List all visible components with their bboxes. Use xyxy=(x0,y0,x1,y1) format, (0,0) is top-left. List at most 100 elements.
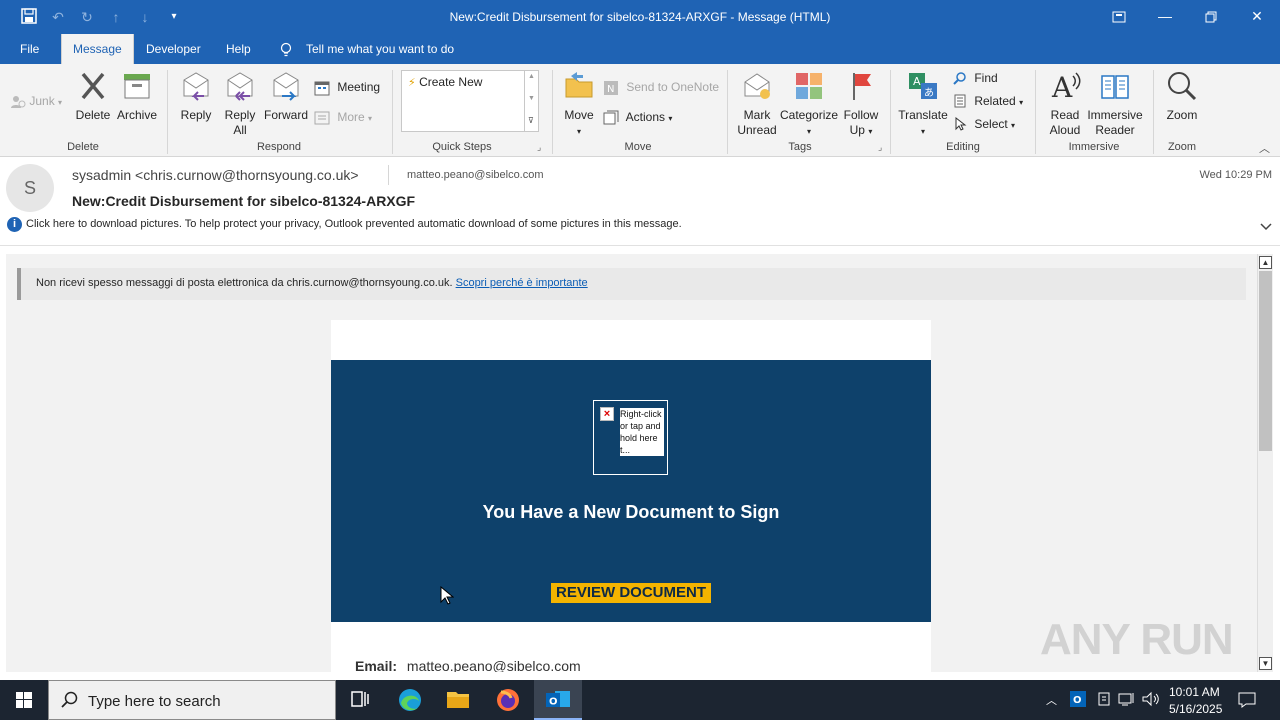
tab-message[interactable]: Message xyxy=(61,34,134,64)
mark-unread-button[interactable]: Mark Unread xyxy=(735,70,779,138)
outlook-tray-icon[interactable]: O xyxy=(1070,691,1086,710)
related-icon xyxy=(953,94,967,110)
header-separator xyxy=(388,165,389,185)
quick-steps-scroll[interactable]: ▲ ▼ ⊽ xyxy=(524,71,538,131)
vertical-scrollbar[interactable]: ▲ ▼ xyxy=(1257,254,1273,672)
ribbon-separator xyxy=(727,70,728,154)
related-button[interactable]: Related ▾ xyxy=(953,91,1023,111)
translate-button[interactable]: Aあ Translate ▾ xyxy=(896,70,950,139)
tray-overflow-icon[interactable]: ︿ xyxy=(1046,692,1057,708)
archive-box-icon xyxy=(114,70,160,106)
actions-button[interactable]: Actions ▾ xyxy=(603,107,672,127)
svg-text:A: A xyxy=(913,75,921,88)
scroll-up-icon[interactable]: ▲ xyxy=(528,73,535,80)
download-pictures-infobar[interactable]: Click here to download pictures. To help… xyxy=(26,218,682,230)
archive-button[interactable]: Archive xyxy=(114,70,160,123)
lightbulb-icon xyxy=(280,34,292,64)
more-icon xyxy=(314,110,330,126)
email-value[interactable]: matteo.peano@sibelco.com xyxy=(407,658,581,672)
group-label-respond: Respond xyxy=(256,141,302,153)
edge-browser-icon[interactable] xyxy=(386,680,434,720)
ribbon-separator xyxy=(1035,70,1036,154)
forward-button[interactable]: Forward xyxy=(263,70,309,123)
email-banner: × Right-click or tap and hold here t... … xyxy=(331,360,931,622)
lightning-icon: ⚡ xyxy=(408,77,416,89)
notifications-icon[interactable] xyxy=(1238,691,1256,712)
ribbon-separator xyxy=(552,70,553,154)
svg-text:N: N xyxy=(607,84,614,95)
group-label-delete: Delete xyxy=(67,141,99,153)
svg-text:A: A xyxy=(1051,71,1073,102)
onenote-icon: N xyxy=(603,80,619,96)
sender-notice: Non ricevi spesso messaggi di posta elet… xyxy=(17,268,1246,300)
recipient[interactable]: matteo.peano@sibelco.com xyxy=(407,169,544,181)
tab-file[interactable]: File xyxy=(20,34,39,64)
junk-button[interactable]: Junk ▾ xyxy=(10,91,62,111)
create-new-quickstep[interactable]: ⚡ Create New xyxy=(408,75,482,89)
zoom-button[interactable]: Zoom xyxy=(1160,70,1204,123)
restore-button[interactable] xyxy=(1188,0,1234,34)
scroll-thumb[interactable] xyxy=(1259,271,1272,451)
meeting-button[interactable]: Meeting xyxy=(314,77,380,97)
file-explorer-icon[interactable] xyxy=(434,680,482,720)
clock-date[interactable]: 5/16/2025 xyxy=(1169,702,1222,716)
blocked-image-alt-text: Right-click or tap and hold here t... xyxy=(620,408,664,456)
sender[interactable]: sysadmin <chris.curnow@thornsyoung.co.uk… xyxy=(72,167,359,183)
review-document-button[interactable]: REVIEW DOCUMENT xyxy=(551,583,711,603)
outlook-taskbar-icon[interactable]: O xyxy=(534,680,582,720)
more-respond-button[interactable]: More ▾ xyxy=(314,107,372,127)
tell-me-search[interactable]: Tell me what you want to do xyxy=(306,34,454,64)
scroll-down-icon[interactable]: ▼ xyxy=(528,95,535,102)
delete-x-icon xyxy=(74,70,112,106)
dialog-launcher-icon[interactable]: ⌟ xyxy=(878,142,882,153)
sender-notice-text: Non ricevi spesso messaggi di posta elet… xyxy=(36,277,588,289)
ribbon: Junk ▾ Delete Archive Delete Reply Reply… xyxy=(0,64,1280,157)
move-folder-icon xyxy=(560,70,598,106)
reply-button[interactable]: Reply xyxy=(176,70,216,123)
network-icon[interactable] xyxy=(1118,691,1136,710)
device-tray-icon[interactable] xyxy=(1096,691,1112,710)
firefox-icon[interactable] xyxy=(484,680,532,720)
follow-up-button[interactable]: Follow Up ▾ xyxy=(840,70,882,139)
group-label-tags: Tags xyxy=(788,141,812,153)
minimize-button[interactable]: — xyxy=(1142,0,1188,34)
read-aloud-button[interactable]: A Read Aloud xyxy=(1044,70,1086,138)
clock-time[interactable]: 10:01 AM xyxy=(1169,685,1220,699)
cursor-select-icon xyxy=(953,116,967,133)
ribbon-separator xyxy=(890,70,891,154)
group-label-quick-steps: Quick Steps xyxy=(432,141,492,153)
learn-why-link[interactable]: Scopri perché è importante xyxy=(456,277,588,289)
select-button[interactable]: Select ▾ xyxy=(953,114,1015,134)
expand-gallery-icon[interactable]: ⊽ xyxy=(528,116,534,125)
taskbar-search-box[interactable]: Type here to search xyxy=(48,680,336,720)
move-button[interactable]: Move ▾ xyxy=(560,70,598,139)
find-button[interactable]: Find xyxy=(953,68,998,88)
svg-text:O: O xyxy=(549,697,558,708)
reply-all-button[interactable]: Reply All xyxy=(220,70,260,138)
send-to-onenote-button[interactable]: N Send to OneNote xyxy=(603,77,719,97)
delete-button[interactable]: Delete xyxy=(74,70,112,123)
translate-icon: Aあ xyxy=(896,70,950,106)
email-headline: You Have a New Document to Sign xyxy=(482,502,780,522)
close-button[interactable]: ✕ xyxy=(1234,0,1280,34)
task-view-icon[interactable] xyxy=(336,680,384,720)
immersive-reader-button[interactable]: Immersive Reader xyxy=(1086,70,1144,138)
scroll-up-arrow[interactable]: ▲ xyxy=(1259,256,1272,269)
ribbon-display-options-icon[interactable] xyxy=(1096,0,1142,34)
dialog-launcher-icon[interactable]: ⌟ xyxy=(537,142,541,153)
reply-icon xyxy=(176,70,216,106)
volume-icon[interactable] xyxy=(1142,691,1160,710)
categorize-button[interactable]: Categorize ▾ xyxy=(780,70,838,139)
ribbon-separator xyxy=(1153,70,1154,154)
blocked-image[interactable]: × Right-click or tap and hold here t... xyxy=(593,400,668,475)
tab-help[interactable]: Help xyxy=(226,34,251,64)
search-icon xyxy=(61,691,79,712)
read-aloud-icon: A xyxy=(1044,70,1086,106)
chevron-down-icon[interactable] xyxy=(1260,220,1272,234)
reply-all-icon xyxy=(220,70,260,106)
collapse-ribbon-icon[interactable]: ︿ xyxy=(1259,140,1270,156)
title-bar: ↶ ↻ ↑ ↓ ▾ New:Credit Disbursement for si… xyxy=(0,0,1280,34)
scroll-down-arrow[interactable]: ▼ xyxy=(1259,657,1272,670)
tab-developer[interactable]: Developer xyxy=(146,34,201,64)
start-button[interactable] xyxy=(0,680,48,720)
